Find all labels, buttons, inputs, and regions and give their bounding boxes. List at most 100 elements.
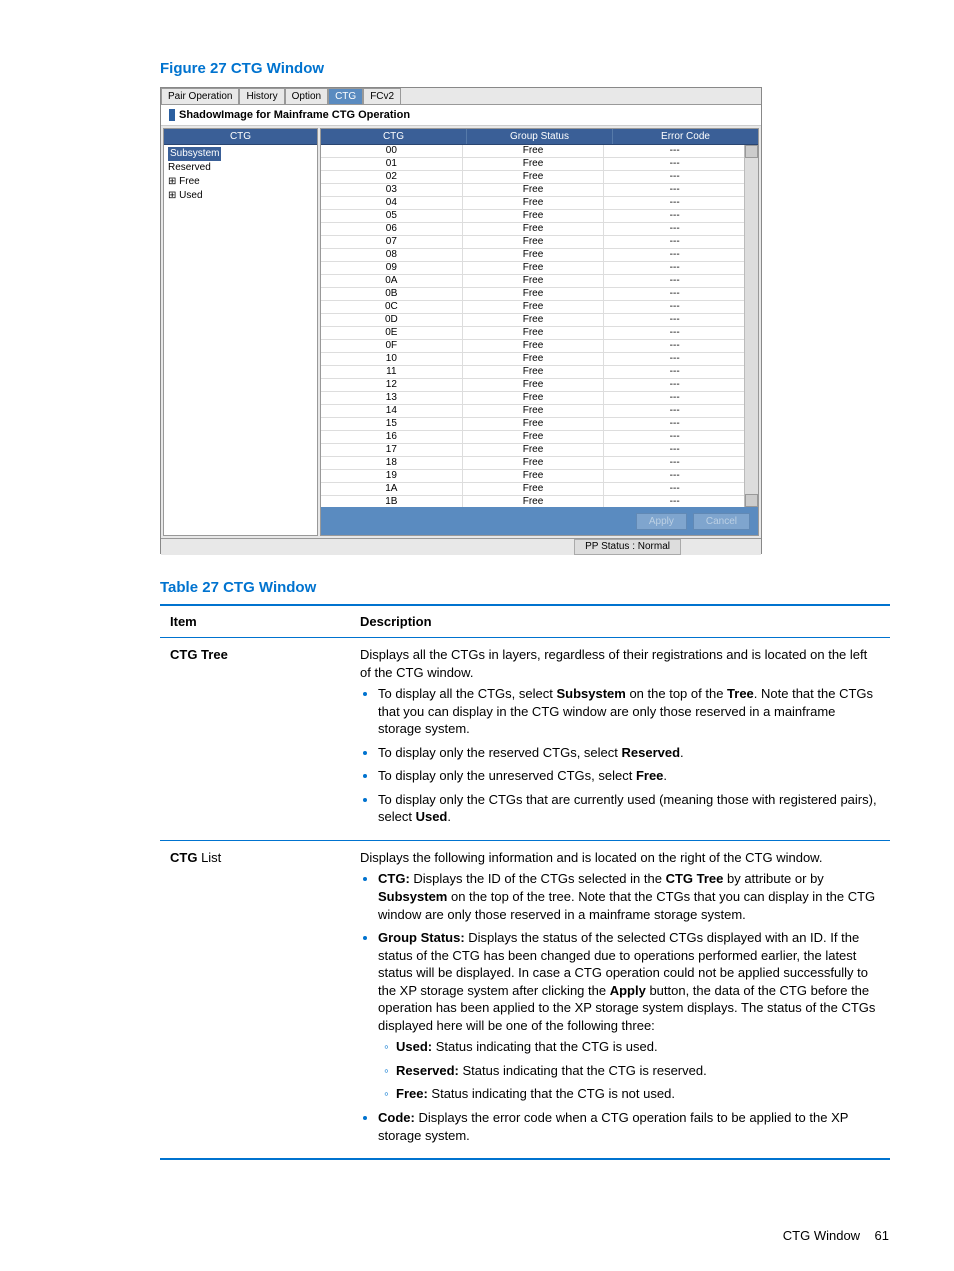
col-error-code: Error Code — [613, 129, 758, 144]
table-cell: 06 — [321, 223, 463, 235]
scrollbar[interactable] — [744, 145, 758, 507]
table-cell: 15 — [321, 418, 463, 430]
table-row[interactable]: 04Free--- — [321, 197, 745, 210]
table-cell: --- — [604, 353, 745, 365]
table-row[interactable]: 08Free--- — [321, 249, 745, 262]
ctg-list: CTG Group Status Error Code 00Free---01F… — [320, 128, 759, 536]
table-row[interactable]: 18Free--- — [321, 457, 745, 470]
table-row[interactable]: 0AFree--- — [321, 275, 745, 288]
table-row[interactable]: 13Free--- — [321, 392, 745, 405]
table-row[interactable]: 1BFree--- — [321, 496, 745, 507]
tab-pair-operation[interactable]: Pair Operation — [161, 88, 239, 104]
tree-item[interactable]: ⊞ Free — [168, 175, 313, 189]
table-cell: --- — [604, 327, 745, 339]
table-row[interactable]: 16Free--- — [321, 431, 745, 444]
table-cell: 03 — [321, 184, 463, 196]
table-row[interactable]: 11Free--- — [321, 366, 745, 379]
table-row[interactable]: 0EFree--- — [321, 327, 745, 340]
table-row[interactable]: 00Free--- — [321, 145, 745, 158]
table-cell: --- — [604, 418, 745, 430]
ctg-window-screenshot: Pair Operation History Option CTG FCv2 S… — [160, 87, 762, 554]
table-cell: 18 — [321, 457, 463, 469]
table-row[interactable]: 12Free--- — [321, 379, 745, 392]
table-cell: --- — [604, 197, 745, 209]
table-cell: --- — [604, 223, 745, 235]
table-cell: Free — [463, 340, 605, 352]
table-cell: --- — [604, 262, 745, 274]
table-cell: Free — [463, 314, 605, 326]
table-row[interactable]: 0DFree--- — [321, 314, 745, 327]
ctg-tree[interactable]: CTG Subsystem Reserved⊞ Free⊞ Used — [163, 128, 318, 536]
doc-desc-cell: Displays all the CTGs in layers, regardl… — [350, 638, 890, 841]
table-cell: Free — [463, 327, 605, 339]
col-group-status: Group Status — [467, 129, 613, 144]
table-cell: 0F — [321, 340, 463, 352]
pp-status: PP Status : Normal — [574, 539, 681, 555]
table-row[interactable]: 17Free--- — [321, 444, 745, 457]
table-cell: Free — [463, 405, 605, 417]
doc-desc-cell: Displays the following information and i… — [350, 840, 890, 1159]
table-row[interactable]: 1AFree--- — [321, 483, 745, 496]
tree-item[interactable]: ⊞ Used — [168, 189, 313, 203]
table-cell: --- — [604, 236, 745, 248]
table-row[interactable]: 0BFree--- — [321, 288, 745, 301]
footer-page: 61 — [875, 1228, 889, 1243]
table-cell: --- — [604, 249, 745, 261]
table-cell: Free — [463, 444, 605, 456]
tab-ctg[interactable]: CTG — [328, 88, 363, 104]
cancel-button[interactable]: Cancel — [693, 513, 750, 530]
tree-item[interactable]: Reserved — [168, 161, 313, 175]
table-row[interactable]: 03Free--- — [321, 184, 745, 197]
window-titlebar: ShadowImage for Mainframe CTG Operation — [161, 105, 761, 126]
table-row[interactable]: 02Free--- — [321, 171, 745, 184]
table-cell: --- — [604, 171, 745, 183]
table-row[interactable]: 10Free--- — [321, 353, 745, 366]
table-cell: --- — [604, 158, 745, 170]
th-description: Description — [350, 605, 890, 638]
table-cell: 04 — [321, 197, 463, 209]
table-cell: 14 — [321, 405, 463, 417]
table-cell: 09 — [321, 262, 463, 274]
table-cell: --- — [604, 483, 745, 495]
table-cell: 17 — [321, 444, 463, 456]
table-cell: Free — [463, 470, 605, 482]
table-cell: --- — [604, 496, 745, 507]
table-cell: 05 — [321, 210, 463, 222]
table-row[interactable]: 05Free--- — [321, 210, 745, 223]
table-cell: 0B — [321, 288, 463, 300]
table-row[interactable]: 07Free--- — [321, 236, 745, 249]
table-cell: 19 — [321, 470, 463, 482]
tab-option[interactable]: Option — [285, 88, 328, 104]
table-cell: Free — [463, 184, 605, 196]
table-cell: 11 — [321, 366, 463, 378]
table-cell: 16 — [321, 431, 463, 443]
table-cell: --- — [604, 340, 745, 352]
table-row[interactable]: 0FFree--- — [321, 340, 745, 353]
apply-button[interactable]: Apply — [636, 513, 687, 530]
table-cell: Free — [463, 171, 605, 183]
table-cell: --- — [604, 275, 745, 287]
tab-bar: Pair Operation History Option CTG FCv2 — [161, 88, 761, 105]
table-row[interactable]: 01Free--- — [321, 158, 745, 171]
table-cell: Free — [463, 457, 605, 469]
table-cell: Free — [463, 236, 605, 248]
table-cell: Free — [463, 392, 605, 404]
tree-item[interactable]: Subsystem — [168, 147, 313, 161]
page-footer: CTG Window 61 — [783, 1228, 889, 1243]
ctg-list-rows: 00Free---01Free---02Free---03Free---04Fr… — [321, 145, 745, 507]
table-row[interactable]: 06Free--- — [321, 223, 745, 236]
tab-history[interactable]: History — [239, 88, 284, 104]
th-item: Item — [160, 605, 350, 638]
doc-item-cell: CTG Tree — [160, 638, 350, 841]
table-row[interactable]: 0CFree--- — [321, 301, 745, 314]
table-row[interactable]: 14Free--- — [321, 405, 745, 418]
table-cell: Free — [463, 379, 605, 391]
table-row[interactable]: 19Free--- — [321, 470, 745, 483]
tab-fcv2[interactable]: FCv2 — [363, 88, 401, 104]
table-cell: Free — [463, 158, 605, 170]
table-row[interactable]: 09Free--- — [321, 262, 745, 275]
figure-title: Figure 27 CTG Window — [160, 60, 889, 77]
table-title: Table 27 CTG Window — [160, 579, 889, 596]
table-row[interactable]: 15Free--- — [321, 418, 745, 431]
button-bar: Apply Cancel — [321, 507, 758, 535]
